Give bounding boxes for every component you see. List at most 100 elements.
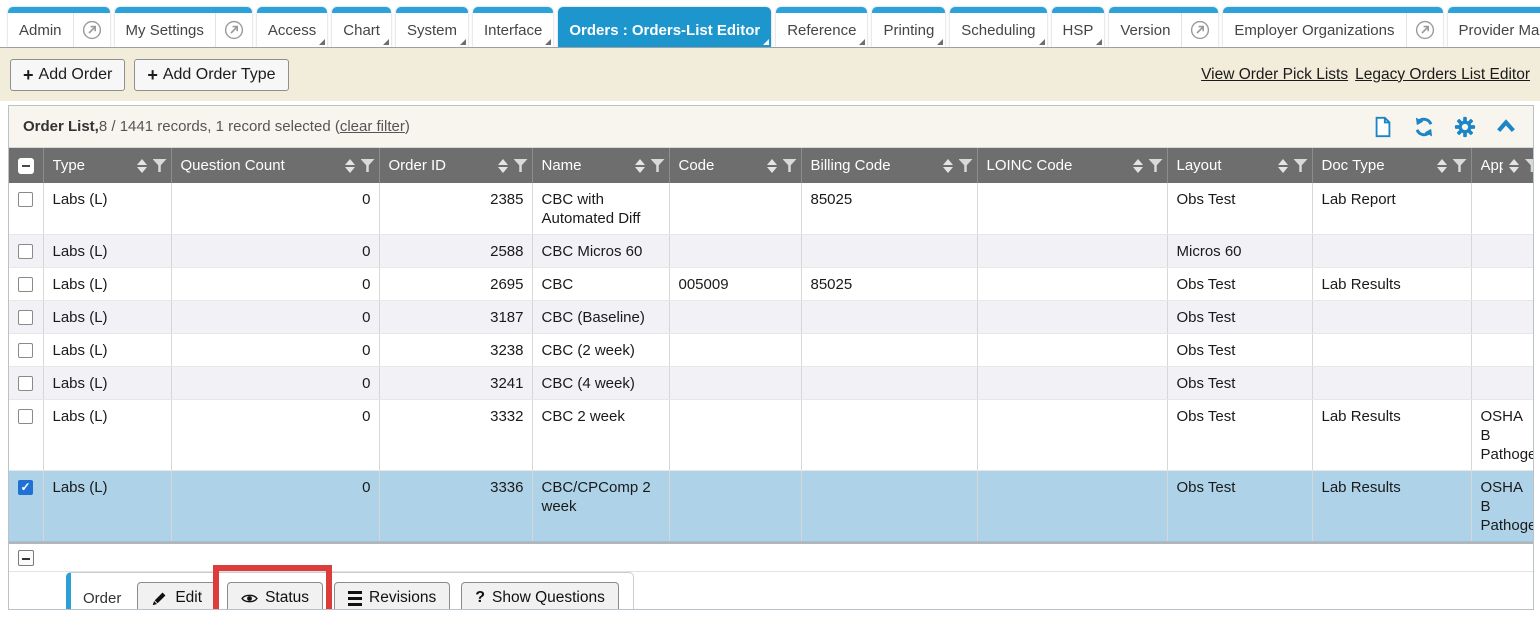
- column-header-billing-code[interactable]: Billing Code: [801, 148, 977, 183]
- row-checkbox-cell: [9, 400, 43, 471]
- tab-admin[interactable]: Admin: [8, 7, 110, 47]
- chevron-up-icon[interactable]: [1495, 116, 1517, 138]
- order-row-3187[interactable]: Labs (L)03187CBC (Baseline)Obs Test: [9, 301, 1533, 334]
- filter-icon[interactable]: [361, 159, 375, 172]
- column-header-order-id[interactable]: Order ID: [379, 148, 532, 183]
- row-checkbox[interactable]: [18, 310, 33, 325]
- view-order-pick-lists-link[interactable]: View Order Pick Lists: [1201, 66, 1348, 84]
- cell-loinc-code: [977, 235, 1167, 268]
- order-row-2588[interactable]: Labs (L)02588CBC Micros 60Micros 60: [9, 235, 1533, 268]
- tab-employer-organizations[interactable]: Employer Organizations: [1223, 7, 1442, 47]
- tab-bar: AdminMy SettingsAccessChartSystemInterfa…: [0, 0, 1540, 48]
- menu-lines-icon: [348, 591, 362, 606]
- tab-interface[interactable]: Interface: [473, 7, 553, 47]
- column-header-name[interactable]: Name: [532, 148, 669, 183]
- order-row-3238[interactable]: Labs (L)03238CBC (2 week)Obs Test: [9, 334, 1533, 367]
- sort-icon[interactable]: [767, 159, 777, 173]
- order-row-3332[interactable]: Labs (L)03332CBC 2 weekObs TestLab Resul…: [9, 400, 1533, 471]
- edit-button[interactable]: Edit: [137, 582, 216, 610]
- show-questions-button[interactable]: ?Show Questions: [461, 582, 619, 610]
- tab-access[interactable]: Access: [257, 7, 327, 47]
- sort-icon[interactable]: [345, 159, 355, 173]
- gear-icon[interactable]: [1454, 116, 1476, 138]
- column-header-question-count[interactable]: Question Count: [171, 148, 379, 183]
- row-checkbox[interactable]: [18, 376, 33, 391]
- tab-reference[interactable]: Reference: [776, 7, 867, 47]
- column-header-code[interactable]: Code: [669, 148, 801, 183]
- column-header-type[interactable]: Type: [43, 148, 171, 183]
- tab-system[interactable]: System: [396, 7, 468, 47]
- sort-icon[interactable]: [1509, 159, 1519, 173]
- cell-loinc-code: [977, 471, 1167, 542]
- tab-label: Printing: [872, 13, 945, 47]
- new-page-icon[interactable]: [1372, 116, 1394, 138]
- cell-appt-type: [1471, 334, 1533, 367]
- order-row-3241[interactable]: Labs (L)03241CBC (4 week)Obs Test: [9, 367, 1533, 400]
- tab-chart[interactable]: Chart: [332, 7, 391, 47]
- cell-loinc-code: [977, 301, 1167, 334]
- filter-icon[interactable]: [651, 159, 665, 172]
- external-link-icon[interactable]: [1406, 13, 1443, 47]
- external-link-icon[interactable]: [1181, 13, 1218, 47]
- cell-billing-code: [801, 334, 977, 367]
- sort-icon[interactable]: [635, 159, 645, 173]
- sort-icon[interactable]: [1278, 159, 1288, 173]
- sort-icon[interactable]: [137, 159, 147, 173]
- legacy-orders-list-editor-link[interactable]: Legacy Orders List Editor: [1355, 66, 1530, 84]
- filter-icon[interactable]: [1525, 159, 1533, 172]
- filter-icon[interactable]: [153, 159, 167, 172]
- collapse-icon[interactable]: [18, 550, 34, 566]
- tab-my-settings[interactable]: My Settings: [115, 7, 252, 47]
- cell-question-count: 0: [171, 367, 379, 400]
- menu-caret-icon: [763, 39, 769, 45]
- cell-doc-type: [1312, 367, 1471, 400]
- plus-icon: +: [147, 68, 158, 82]
- filter-icon[interactable]: [1149, 159, 1163, 172]
- filter-icon[interactable]: [1453, 159, 1467, 172]
- add-order-type-button[interactable]: + Add Order Type: [134, 59, 288, 91]
- sort-icon[interactable]: [943, 159, 953, 173]
- column-header-doc-type[interactable]: Doc Type: [1312, 148, 1471, 183]
- tab-orders-orders-list-editor[interactable]: Orders : Orders-List Editor: [558, 7, 771, 47]
- toolbar-links: View Order Pick Lists Legacy Orders List…: [1201, 66, 1530, 84]
- filter-icon[interactable]: [959, 159, 973, 172]
- filter-icon[interactable]: [1294, 159, 1308, 172]
- row-checkbox[interactable]: [18, 277, 33, 292]
- external-link-icon[interactable]: [215, 13, 252, 47]
- tab-hsp[interactable]: HSP: [1052, 7, 1105, 47]
- revisions-button[interactable]: Revisions: [334, 582, 450, 610]
- status-button[interactable]: Status: [227, 582, 323, 610]
- add-order-button[interactable]: + Add Order: [10, 59, 125, 91]
- sort-icon[interactable]: [1437, 159, 1447, 173]
- filter-icon[interactable]: [783, 159, 797, 172]
- row-checkbox-cell: [9, 183, 43, 235]
- cell-order-id: 3332: [379, 400, 532, 471]
- order-row-3336[interactable]: ✓Labs (L)03336CBC/CPComp 2 weekObs TestL…: [9, 471, 1533, 542]
- row-checkbox[interactable]: [18, 343, 33, 358]
- tab-printing[interactable]: Printing: [872, 7, 945, 47]
- row-checkbox[interactable]: [18, 409, 33, 424]
- cell-order-id: 3336: [379, 471, 532, 542]
- row-checkbox-checked[interactable]: ✓: [18, 480, 33, 495]
- row-checkbox[interactable]: [18, 244, 33, 259]
- cell-layout: Obs Test: [1167, 367, 1312, 400]
- sort-icon[interactable]: [498, 159, 508, 173]
- cell-code: [669, 334, 801, 367]
- tab-version[interactable]: Version: [1109, 7, 1218, 47]
- sort-icon[interactable]: [1133, 159, 1143, 173]
- select-all-checkbox[interactable]: [18, 158, 34, 174]
- refresh-icon[interactable]: [1413, 116, 1435, 138]
- external-link-icon[interactable]: [73, 13, 110, 47]
- order-row-2695[interactable]: Labs (L)02695CBC00500985025Obs TestLab R…: [9, 268, 1533, 301]
- order-row-2385[interactable]: Labs (L)02385CBC with Automated Diff8502…: [9, 183, 1533, 235]
- filter-icon[interactable]: [514, 159, 528, 172]
- question-icon: ?: [475, 589, 485, 607]
- column-header-layout[interactable]: Layout: [1167, 148, 1312, 183]
- tab-provider-management[interactable]: Provider Management: [1448, 7, 1540, 47]
- tab-scheduling[interactable]: Scheduling: [950, 7, 1046, 47]
- column-header-appt-ty[interactable]: Appt. Ty: [1471, 148, 1533, 183]
- clear-filter-link[interactable]: clear filter: [340, 118, 405, 135]
- row-checkbox[interactable]: [18, 192, 33, 207]
- column-label: Question Count: [181, 157, 339, 174]
- column-header-loinc-code[interactable]: LOINC Code: [977, 148, 1167, 183]
